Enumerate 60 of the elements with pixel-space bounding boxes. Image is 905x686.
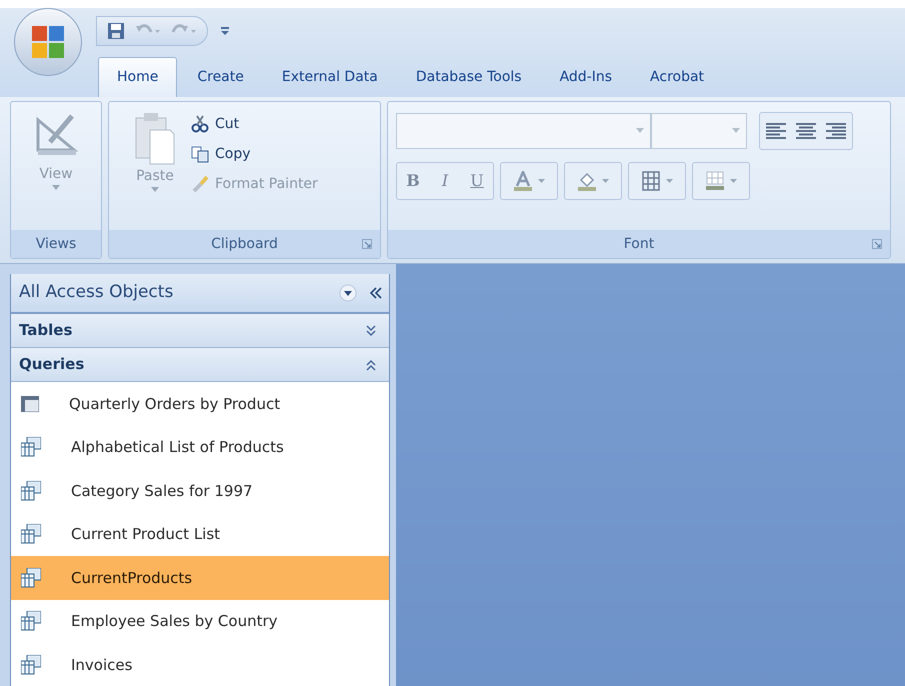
dropdown-arrow-icon [666,178,672,184]
group-label: Views [36,234,76,254]
section-header[interactable]: Tables [11,314,389,348]
dropdown-arrow-icon [538,178,544,184]
dropdown-arrow-icon [151,187,159,193]
query-item[interactable]: CurrentProducts [11,556,389,600]
dialog-launcher-icon[interactable] [872,239,882,249]
query-item[interactable]: Quarterly Orders by Product [11,382,389,426]
ribbon-tab[interactable]: Create [179,57,262,97]
chevron-up-icon [365,358,377,370]
gridlines-button[interactable] [628,162,686,200]
ribbon-tab[interactable]: Database Tools [398,57,540,97]
table-rows-icon [706,171,724,191]
group-label: Font [624,234,654,254]
pane-title: All Access Objects [19,281,174,304]
dropdown-arrow-icon [732,128,740,134]
dropdown-arrow-icon [730,178,736,184]
query-icon [21,611,41,632]
dropdown-arrow-icon [52,185,60,191]
align-right-icon[interactable] [826,123,846,139]
align-center-icon[interactable] [796,123,816,139]
query-icon [21,480,41,501]
ribbon-tab[interactable]: External Data [264,57,396,97]
align-left-icon[interactable] [766,123,786,139]
section-header[interactable]: Queries [11,348,389,382]
clipboard-icon [134,112,176,166]
ribbon-tab[interactable]: Home [98,57,178,97]
dialog-launcher-icon[interactable] [362,239,372,249]
shutter-collapse-icon[interactable] [369,287,383,299]
query-item[interactable]: Category Sales for 1997 [11,469,389,512]
grid-icon [642,171,660,191]
dropdown-arrow-icon [636,128,644,134]
query-item[interactable]: Alphabetical List of Products [11,426,389,469]
query-icon [21,568,41,588]
query-item[interactable]: Employee Sales by Country [11,600,389,643]
ribbon-tab[interactable]: Add-Ins [542,57,630,97]
row-color-button[interactable] [692,162,750,200]
fill-color-button[interactable] [564,162,622,200]
dropdown-circle-icon[interactable] [339,284,357,302]
query-item[interactable]: Invoices [11,643,389,686]
group-label: Clipboard [211,234,278,254]
font-color-button[interactable] [500,162,558,200]
chevron-down-icon [365,324,377,336]
save-icon[interactable] [107,22,125,40]
query-icon [21,524,41,544]
crosstab-query-icon [21,396,39,412]
paintbrush-icon [191,175,209,193]
letter-a-icon [514,171,532,191]
ribbon-tab[interactable]: Acrobat [632,57,722,97]
dropdown-arrow-icon [602,178,608,184]
office-logo-icon [30,24,66,60]
query-item[interactable]: Current Product List [11,512,389,556]
copy-icon [191,145,209,163]
scissors-icon [191,115,209,133]
query-icon [21,437,41,458]
query-icon [21,654,41,675]
cut-button[interactable]: Cut [189,110,320,138]
customize-dropdown-icon[interactable] [220,25,230,37]
paint-bucket-icon [578,171,596,191]
copy-button[interactable]: Copy [189,140,320,168]
